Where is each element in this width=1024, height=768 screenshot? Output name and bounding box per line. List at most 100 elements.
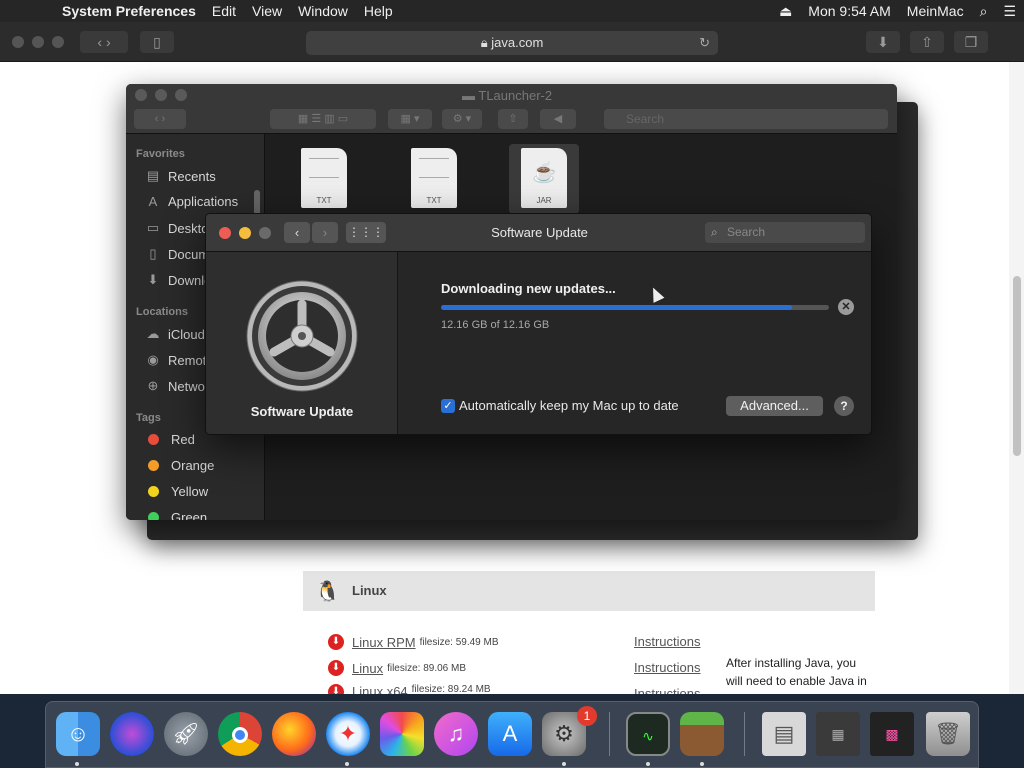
advanced-button[interactable]: Advanced...	[726, 396, 823, 416]
dock-separator	[609, 712, 610, 756]
dock-itunes-icon[interactable]: ♫	[434, 712, 478, 756]
menu-help[interactable]: Help	[356, 3, 401, 19]
dock-siri-icon[interactable]	[110, 712, 154, 756]
spotlight-search-icon[interactable]: ⌕	[972, 3, 996, 20]
linux-section-header: 🐧 Linux	[303, 571, 875, 611]
notification-center-icon[interactable]: ☰	[995, 3, 1024, 20]
menu-app-name[interactable]: System Preferences	[54, 3, 204, 19]
linux-section-title: Linux	[352, 583, 387, 598]
cloud-icon: ☁	[146, 326, 160, 341]
dock-screenshot-stack-icon[interactable]: ▩	[870, 712, 914, 756]
dock-photos-icon[interactable]	[380, 712, 424, 756]
network-globe-icon: ⊕	[147, 378, 159, 393]
safari-minimize-button[interactable]	[32, 36, 44, 48]
reload-icon[interactable]: ↻	[699, 31, 710, 55]
safari-toolbar: ‹ › ▯ 🔒︎ java.com ↻ ⬇ ⇧ ❐	[0, 22, 1024, 62]
tabs-overview-icon[interactable]: ❐	[954, 31, 988, 53]
page-scrollbar[interactable]	[1009, 62, 1024, 694]
menu-clock[interactable]: Mon 9:54 AM	[800, 3, 899, 19]
download-row: ⬇ Linux filesize: 89.06 MB	[328, 659, 466, 677]
finder-share-icon[interactable]: ⇧	[498, 109, 528, 129]
dock-firefox-icon[interactable]	[272, 712, 316, 756]
view-mode-buttons[interactable]: ▦ ☰ ▥ ▭	[270, 109, 376, 129]
sidebar-tag-yellow[interactable]: Yellow	[144, 484, 208, 499]
download-arrow-icon: ⬇	[328, 634, 344, 650]
running-indicator	[700, 762, 704, 766]
download-row: ⬇ Linux RPM filesize: 59.49 MB	[328, 633, 499, 651]
jar-coffee-file-icon[interactable]: ☕ JAR	[521, 148, 567, 208]
finder-search-input[interactable]: Search	[604, 109, 888, 129]
dock-chrome-icon[interactable]	[218, 712, 262, 756]
download-row: ⬇ Linux x64 filesize: 89.24 MB	[328, 684, 491, 694]
action-gear-icon[interactable]: ⚙ ▾	[442, 109, 482, 129]
sidebar-tag-green[interactable]: Green	[144, 510, 207, 520]
pane-name-label: Software Update	[250, 404, 354, 419]
running-indicator	[562, 762, 566, 766]
page-scrollbar-thumb[interactable]	[1013, 276, 1021, 456]
sidebar-tag-orange[interactable]: Orange	[144, 458, 214, 473]
auto-update-label: Automatically keep my Mac up to date	[459, 398, 679, 413]
help-button[interactable]: ?	[834, 396, 854, 416]
finder-title: ▬ TLauncher-2	[462, 88, 553, 103]
dock-stack-icon[interactable]: ▦	[816, 712, 860, 756]
dock-finder-icon[interactable]: ☺	[56, 712, 100, 756]
download-link[interactable]: Linux RPM	[352, 635, 416, 650]
running-indicator	[345, 762, 349, 766]
finder-back-forward[interactable]: ‹ ›	[134, 109, 186, 129]
instructions-link[interactable]: Instructions	[634, 686, 700, 694]
auto-update-checkbox[interactable]: ✓	[441, 398, 455, 413]
finder-titlebar: ▬ TLauncher-2 ‹ › ▦ ☰ ▥ ▭ ▦ ▾ ⚙ ▾ ⇧ ◀ Se…	[126, 84, 897, 134]
address-bar[interactable]: 🔒︎ java.com ↻	[306, 31, 718, 55]
sidebar-section-tags: Tags	[136, 412, 161, 424]
sidebar-toggle-icon[interactable]: ▯	[140, 31, 174, 53]
folder-icon: ▬	[462, 88, 479, 103]
finder-minimize-button[interactable]	[155, 89, 167, 101]
download-filesize: filesize: 89.06 MB	[387, 662, 467, 674]
preferences-search-input[interactable]: ⌕ Search	[705, 222, 865, 243]
red-tag-dot-icon	[148, 434, 159, 445]
dock-launchpad-icon[interactable]: 🚀︎	[164, 712, 208, 756]
menu-view[interactable]: View	[244, 3, 290, 19]
downloads-icon[interactable]: ⬇	[866, 31, 900, 53]
green-tag-dot-icon	[148, 512, 159, 520]
dock-trash-icon[interactable]: 🗑︎	[926, 712, 970, 756]
menu-edit[interactable]: Edit	[204, 3, 244, 19]
tag-icon[interactable]: ◀	[540, 109, 576, 129]
safari-back-forward-buttons[interactable]: ‹ ›	[80, 31, 128, 53]
update-status-text: Downloading new updates...	[441, 281, 616, 296]
download-filesize: filesize: 59.49 MB	[419, 636, 499, 648]
java-enable-note: After installing Java, you will need to …	[726, 656, 867, 688]
finder-zoom-button[interactable]	[175, 89, 187, 101]
dock-app-store-icon[interactable]: A	[488, 712, 532, 756]
running-indicator	[75, 762, 79, 766]
download-link[interactable]: Linux	[352, 661, 383, 676]
txt-file-icon[interactable]: TXT	[301, 148, 347, 208]
dock-minecraft-icon[interactable]	[680, 712, 724, 756]
instructions-link[interactable]: Instructions	[634, 660, 700, 675]
finder-close-button[interactable]	[135, 89, 147, 101]
safari-zoom-button[interactable]	[52, 36, 64, 48]
cancel-download-icon[interactable]: ✕	[838, 299, 854, 315]
download-link[interactable]: Linux x64	[352, 684, 408, 694]
disc-icon: ◉	[147, 352, 159, 367]
sidebar-item-applications[interactable]: A Applications	[144, 194, 238, 209]
share-icon[interactable]: ⇧	[910, 31, 944, 53]
menu-window[interactable]: Window	[290, 3, 356, 19]
desktop-icon: ▭	[146, 220, 160, 235]
instructions-link[interactable]: Instructions	[634, 634, 700, 649]
sidebar-item-recents[interactable]: ▤ Recents	[144, 168, 216, 184]
menu-user[interactable]: MeinMac	[899, 3, 972, 19]
sidebar-tag-red[interactable]: Red	[144, 432, 195, 447]
dock-preview-document-icon[interactable]: ▤	[762, 712, 806, 756]
software-update-window: ‹ › ⋮⋮⋮ Software Update ⌕ Search Softwar…	[205, 213, 872, 435]
txt-file-icon[interactable]: TXT	[411, 148, 457, 208]
dock-activity-monitor-icon[interactable]: ∿	[626, 712, 670, 756]
download-arrow-icon: ⬇	[328, 684, 344, 694]
safari-close-button[interactable]	[12, 36, 24, 48]
auto-update-option[interactable]: ✓ Automatically keep my Mac up to date	[441, 398, 679, 413]
eject-icon[interactable]: ⏏	[771, 3, 800, 20]
group-by-button[interactable]: ▦ ▾	[388, 109, 432, 129]
running-indicator	[646, 762, 650, 766]
dock-safari-compass-icon[interactable]: ✦	[326, 712, 370, 756]
dock-separator	[744, 712, 745, 756]
